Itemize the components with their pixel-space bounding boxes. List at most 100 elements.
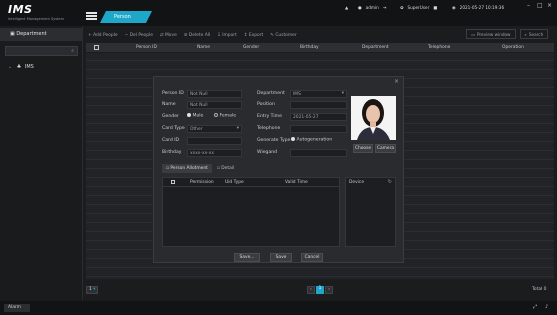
- department-label: Department: [257, 91, 285, 96]
- column-name[interactable]: Name: [197, 45, 210, 50]
- prev-page-button[interactable]: ‹: [307, 286, 315, 294]
- cancel-button[interactable]: Cancel: [301, 253, 323, 262]
- close-icon[interactable]: ×: [547, 2, 552, 9]
- permission-table-header: Permission Uid Type Valid Time: [163, 178, 339, 187]
- select-all-checkbox[interactable]: [94, 45, 99, 50]
- permission-select-all-checkbox[interactable]: [171, 180, 175, 184]
- camera-button[interactable]: Camera: [375, 144, 396, 153]
- export-button[interactable]: ↥ Export: [244, 33, 263, 38]
- gender-label: Gender: [162, 114, 179, 119]
- tab-person-allotment[interactable]: ▫ Person Allotment: [162, 164, 212, 173]
- datetime: 2021-05-27 10:19:36: [459, 4, 505, 10]
- lock-icon[interactable]: ■: [433, 5, 437, 10]
- person-photo: [351, 96, 396, 140]
- gear-icon: ✿: [400, 4, 404, 10]
- column-gender[interactable]: Gender: [243, 45, 259, 50]
- table-row[interactable]: [86, 62, 554, 70]
- square-icon: ▫: [216, 166, 220, 171]
- bell-icon[interactable]: ▲: [345, 5, 348, 10]
- import-button[interactable]: ↧ Import: [217, 33, 237, 38]
- sidebar-title: Department: [16, 31, 47, 37]
- sound-icon[interactable]: ♪: [545, 304, 548, 310]
- position-label: Position: [257, 102, 275, 107]
- person-id-input[interactable]: Not Null: [187, 90, 242, 98]
- column-permission: Permission: [190, 180, 214, 185]
- column-telephone[interactable]: Telephone: [428, 45, 450, 50]
- entry-time-label: Entry Time: [257, 114, 282, 119]
- column-person-id[interactable]: Person ID: [136, 45, 157, 50]
- column-uid-type: Uid Type: [225, 180, 244, 185]
- customer-button[interactable]: ✎ Customer: [270, 33, 296, 38]
- card-id-input[interactable]: [187, 137, 242, 145]
- add-person-dialog: × Person ID Not Null Name Not Null Gende…: [153, 76, 404, 263]
- square-icon: ▫: [166, 166, 169, 171]
- name-label: Name: [162, 102, 176, 107]
- position-input[interactable]: [290, 101, 347, 109]
- birthday-input[interactable]: xxxx-xx-xx: [187, 149, 242, 157]
- search-icon[interactable]: ⌕: [71, 48, 74, 54]
- table-row[interactable]: [86, 269, 554, 277]
- next-page-button[interactable]: ›: [325, 286, 333, 294]
- clock-icon: ◉: [452, 4, 456, 10]
- top-notifications[interactable]: ▲: [345, 3, 348, 11]
- column-department[interactable]: Department: [362, 45, 389, 50]
- column-valid-time: Valid Time: [285, 180, 308, 185]
- dialog-close-icon[interactable]: ×: [394, 78, 399, 85]
- status-bar: Alarm ⤢ ♪: [0, 301, 557, 315]
- app-logo: IMS: [8, 3, 33, 16]
- maximize-icon[interactable]: □: [537, 2, 543, 9]
- department-search-input[interactable]: ⌕: [5, 46, 78, 56]
- choose-photo-button[interactable]: Choose: [353, 144, 373, 153]
- radio-unchecked-icon: [214, 113, 218, 117]
- current-page[interactable]: 1: [316, 286, 324, 294]
- del-people-button[interactable]: − Del People: [125, 33, 153, 38]
- move-button[interactable]: ⇄ Move: [160, 33, 177, 38]
- tab-detail[interactable]: ▫ Detail: [215, 164, 236, 173]
- clock: ◉ 2021-05-27 10:19:36: [452, 3, 504, 11]
- device-panel: Device ↻: [345, 177, 396, 247]
- chevron-down-icon: ▾: [341, 91, 344, 96]
- table-header: Person ID Name Gender Birthday Departmen…: [86, 43, 554, 52]
- department-select[interactable]: IMS ▾: [290, 90, 347, 98]
- chevron-down-icon: ▾: [93, 287, 96, 292]
- gender-female-radio[interactable]: Female: [214, 113, 236, 119]
- chevron-down-icon[interactable]: ⌄: [8, 64, 12, 70]
- column-operation[interactable]: Operation: [502, 45, 524, 50]
- card-type-select[interactable]: Other ▾: [187, 125, 242, 133]
- telephone-input[interactable]: [290, 125, 347, 133]
- dialog-tabs: ▫ Person Allotment ▫ Detail: [162, 164, 236, 173]
- save-and-new-button[interactable]: Save...: [234, 253, 260, 262]
- total-count: Total 0: [532, 287, 547, 292]
- expand-icon[interactable]: ⤢: [533, 304, 537, 310]
- minimize-icon[interactable]: –: [527, 2, 530, 9]
- delete-all-button[interactable]: ⊘ Delete All: [184, 33, 210, 38]
- role-menu[interactable]: ✿ SuperUser ■: [400, 3, 437, 11]
- birthday-label: Birthday: [162, 150, 182, 155]
- preview-window-button[interactable]: ▭ Preview window: [466, 29, 516, 39]
- wiegand-input[interactable]: [290, 149, 347, 157]
- menu-icon[interactable]: [84, 11, 100, 21]
- gender-male-radio[interactable]: Male: [187, 113, 203, 119]
- person-id-label: Person ID: [162, 91, 184, 96]
- entry-time-input[interactable]: 2021-05-27: [290, 113, 347, 121]
- tree-item-ims[interactable]: ⌄ ♣ IMS: [8, 64, 34, 70]
- chevron-down-icon: ▾: [236, 126, 239, 131]
- window-icon: ▭: [471, 31, 475, 37]
- card-id-label: Card ID: [162, 138, 180, 143]
- add-people-button[interactable]: + Add People: [88, 33, 118, 38]
- column-birthday[interactable]: Birthday: [300, 45, 319, 50]
- tab-person[interactable]: Person: [100, 11, 152, 23]
- permission-table: Permission Uid Type Valid Time: [162, 177, 340, 247]
- table-row[interactable]: [86, 53, 554, 61]
- logout-icon[interactable]: ⇥: [383, 5, 387, 10]
- name-input[interactable]: Not Null: [187, 101, 242, 109]
- page-size-select[interactable]: 1 ▾: [86, 286, 98, 294]
- autogeneration-radio[interactable]: Autogeneration: [291, 137, 332, 143]
- refresh-icon[interactable]: ↻: [388, 179, 392, 185]
- search-button[interactable]: ⌕ Search: [519, 29, 549, 39]
- role-label: SuperUser: [407, 4, 430, 10]
- save-button[interactable]: Save: [270, 253, 292, 262]
- org-icon: ♣: [16, 64, 22, 70]
- alarm-button[interactable]: Alarm: [4, 304, 30, 312]
- user-menu[interactable]: ● admin ⇥: [358, 3, 386, 11]
